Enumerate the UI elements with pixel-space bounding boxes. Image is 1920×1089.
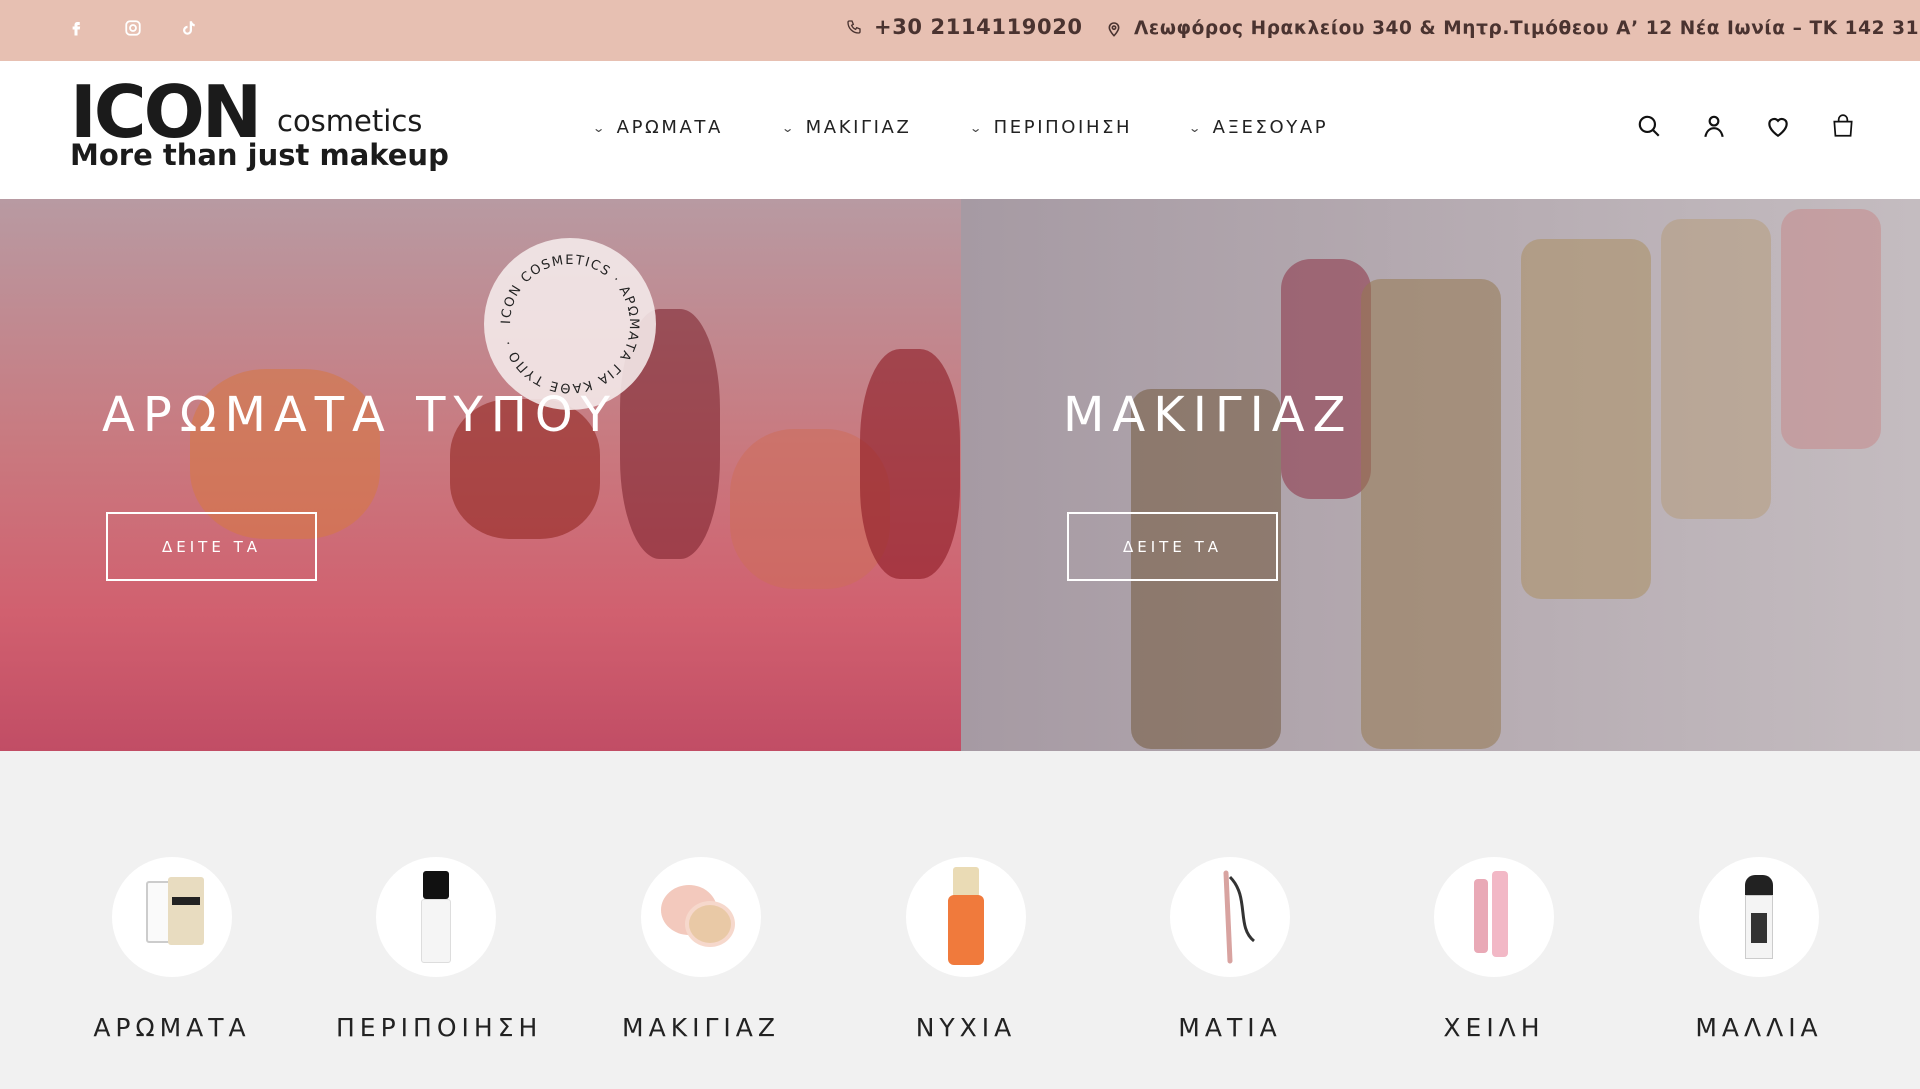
store-address: Λεωφόρος Ηρακλείου 340 & Μητρ.Τιμόθεου Α… bbox=[1134, 18, 1920, 39]
hero-perfume-banner[interactable]: ICON COSMETICS · ΑΡΩΜΑΤΑ ΓΙΑ ΚΑΘΕ ΤΥΠΟ ·… bbox=[0, 199, 961, 751]
category-label: ΧΕΙΛΗ bbox=[1443, 1013, 1545, 1042]
nav-item-peripoiisi[interactable]: ⌄ ΠΕΡΙΠΟΙΗΣΗ bbox=[969, 117, 1133, 138]
search-icon[interactable] bbox=[1636, 113, 1662, 139]
category-label: ΜΑΚΙΓΙΑΖ bbox=[622, 1013, 780, 1042]
phone-number[interactable]: +30 2114119020 bbox=[874, 15, 1083, 39]
lipstick-image bbox=[1281, 259, 1371, 499]
category-xeili[interactable]: ΧΕΙΛΗ bbox=[1394, 857, 1594, 1042]
see-them-button[interactable]: ΔΕΙΤΕ ΤΑ bbox=[106, 512, 317, 581]
nav-item-label: ΜΑΚΙΓΙΑΖ bbox=[805, 117, 912, 138]
category-label: ΜΑΛΛΙΑ bbox=[1695, 1013, 1823, 1042]
category-image bbox=[641, 857, 761, 977]
category-aromata[interactable]: ΑΡΩΜΑΤΑ bbox=[72, 857, 272, 1042]
location-pin-icon bbox=[1108, 21, 1120, 37]
hero-title: ΜΑΚΙΓΙΑΖ bbox=[1063, 387, 1354, 443]
nav-item-label: ΑΡΩΜΑΤΑ bbox=[616, 117, 723, 138]
nav-item-axesouar[interactable]: ⌄ ΑΞΕΣΟΥΑΡ bbox=[1188, 117, 1329, 138]
lipstick-image bbox=[1661, 219, 1771, 519]
logo-tagline: More than just makeup bbox=[70, 138, 449, 172]
see-them-button[interactable]: ΔΕΙΤΕ ΤΑ bbox=[1067, 512, 1278, 581]
category-image bbox=[1170, 857, 1290, 977]
phone-contact[interactable]: +30 2114119020 bbox=[846, 15, 1083, 39]
category-label: ΝΥΧΙΑ bbox=[915, 1013, 1017, 1042]
hero-makeup-banner[interactable]: ΜΑΚΙΓΙΑΖ ΔΕΙΤΕ ΤΑ bbox=[961, 199, 1920, 751]
category-label: ΜΑΤΙΑ bbox=[1178, 1013, 1282, 1042]
category-matia[interactable]: ΜΑΤΙΑ bbox=[1130, 857, 1330, 1042]
address-contact: Λεωφόρος Ηρακλείου 340 & Μητρ.Τιμόθεου Α… bbox=[1106, 18, 1919, 39]
category-peripoiisi[interactable]: ΠΕΡΙΠΟΙΗΣΗ bbox=[336, 857, 543, 1042]
category-image bbox=[1699, 857, 1819, 977]
category-image bbox=[1434, 857, 1554, 977]
nav-item-aromata[interactable]: ⌄ ΑΡΩΜΑΤΑ bbox=[592, 117, 723, 138]
circular-badge: ICON COSMETICS · ΑΡΩΜΑΤΑ ΓΙΑ ΚΑΘΕ ΤΥΠΟ · bbox=[484, 238, 656, 410]
chevron-down-icon: ⌄ bbox=[969, 120, 986, 135]
lipstick-image bbox=[1361, 279, 1501, 749]
logo-sub: cosmetics bbox=[277, 104, 423, 138]
instagram-icon[interactable] bbox=[122, 17, 144, 39]
category-image bbox=[376, 857, 496, 977]
chevron-down-icon: ⌄ bbox=[781, 120, 798, 135]
lipstick-image bbox=[1521, 239, 1651, 599]
hero-title: ΑΡΩΜΑΤΑ ΤΥΠΟΥ bbox=[102, 387, 618, 443]
lipstick-image bbox=[1781, 209, 1881, 449]
svg-text:ICON COSMETICS · ΑΡΩΜΑΤΑ ΓΙΑ Κ: ICON COSMETICS · ΑΡΩΜΑΤΑ ΓΙΑ ΚΑΘΕ ΤΥΠΟ · bbox=[499, 253, 641, 395]
category-nyxia[interactable]: ΝΥΧΙΑ bbox=[866, 857, 1066, 1042]
site-header: ICON cosmetics More than just makeup ⌄ Α… bbox=[0, 61, 1920, 199]
chevron-down-icon: ⌄ bbox=[1188, 120, 1205, 135]
badge-text: ICON COSMETICS · ΑΡΩΜΑΤΑ ΓΙΑ ΚΑΘΕ ΤΥΠΟ · bbox=[499, 253, 640, 395]
category-label: ΠΕΡΙΠΟΙΗΣΗ bbox=[336, 1013, 543, 1042]
category-label: ΑΡΩΜΑΤΑ bbox=[93, 1013, 251, 1042]
cart-icon[interactable] bbox=[1830, 113, 1856, 139]
site-logo[interactable]: ICON cosmetics More than just makeup bbox=[70, 70, 449, 184]
chevron-down-icon: ⌄ bbox=[592, 120, 609, 135]
tiktok-icon[interactable] bbox=[178, 17, 200, 39]
phone-icon bbox=[847, 20, 861, 34]
nav-item-label: ΠΕΡΙΠΟΙΗΣΗ bbox=[993, 117, 1133, 138]
nav-item-label: ΑΞΕΣΟΥΑΡ bbox=[1212, 117, 1329, 138]
category-makigiaz[interactable]: ΜΑΚΙΓΙΑΖ bbox=[601, 857, 801, 1042]
category-image bbox=[906, 857, 1026, 977]
category-mallia[interactable]: ΜΑΛΛΙΑ bbox=[1659, 857, 1859, 1042]
nav-item-makigiaz[interactable]: ⌄ ΜΑΚΙΓΙΑΖ bbox=[781, 117, 912, 138]
account-icon[interactable] bbox=[1701, 113, 1727, 139]
facebook-icon[interactable] bbox=[65, 17, 87, 39]
categories-section: ΑΡΩΜΑΤΑ ΠΕΡΙΠΟΙΗΣΗ ΜΑΚΙΓΙΑΖ ΝΥΧΙΑ ΜΑΤΙΑ bbox=[0, 751, 1920, 1089]
perfume-bottle-image bbox=[860, 349, 960, 579]
top-bar: +30 2114119020 Λεωφόρος Ηρακλείου 340 & … bbox=[0, 0, 1920, 61]
wishlist-icon[interactable] bbox=[1765, 113, 1791, 139]
category-image bbox=[112, 857, 232, 977]
